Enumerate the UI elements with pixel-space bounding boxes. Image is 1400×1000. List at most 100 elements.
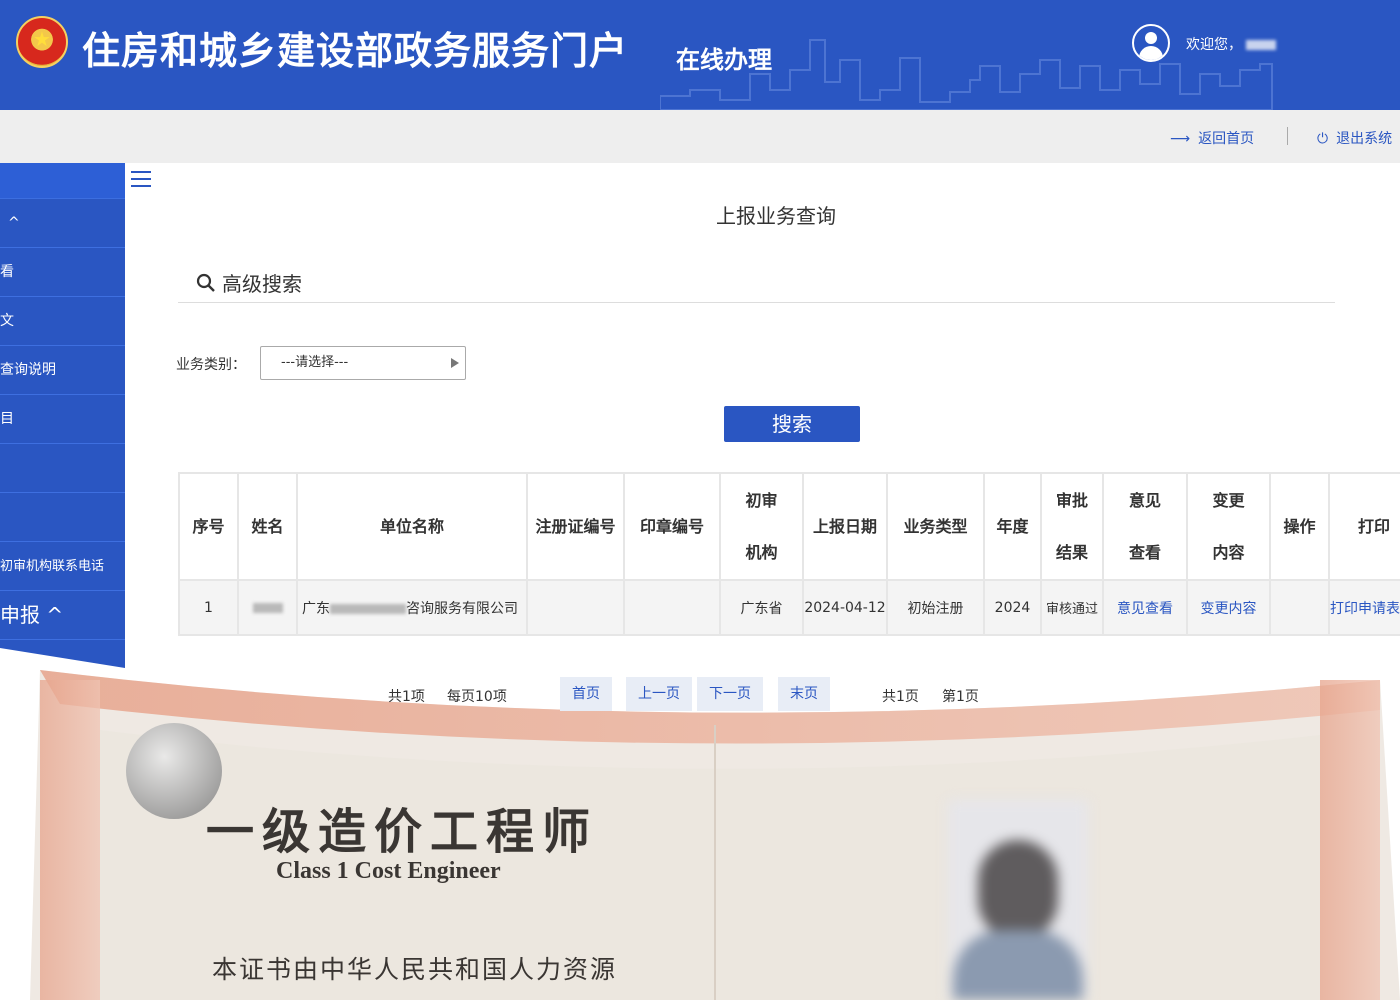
next-page-button[interactable]: 下一页 (697, 677, 763, 711)
sidebar-item-declare[interactable]: 申报 ^ (0, 591, 125, 640)
header-text: 印章编号 (639, 516, 704, 536)
header-text: 内容 (1212, 542, 1245, 562)
header-text: 初审 (745, 490, 778, 510)
top-link-bar: ⟶ 返回首页 ⏻ 退出系统 (0, 110, 1400, 163)
sidebar-item-6[interactable] (0, 493, 125, 542)
cell-reg-no (526, 579, 625, 636)
advanced-search-label: 高级搜索 (222, 272, 302, 296)
total-pages: 共1页 (882, 689, 919, 705)
table-row: 1 广东 咨询服务有限公司 广东省 2024-04-12 初始注册 2024 审核… (178, 579, 1400, 636)
cell-result: 审核通过 (1040, 579, 1104, 636)
col-header-company: 单位名称 (296, 472, 528, 581)
header-text: 年度 (996, 516, 1029, 536)
header-text: 查看 (1128, 542, 1161, 562)
col-header-operation: 操作 (1269, 472, 1330, 581)
cell-operation (1269, 579, 1330, 636)
sidebar-item-1[interactable]: 看 (0, 248, 125, 297)
certificate-statement: 本证书由中华人民共和国人力资源 (212, 955, 618, 984)
advanced-search-toggle[interactable]: 高级搜索 (196, 268, 302, 297)
current-page: 第1页 (942, 689, 979, 705)
col-header-opinion: 意见 查看 (1102, 472, 1188, 581)
header-text: 操作 (1283, 516, 1316, 536)
table-header-row: 序号 姓名 单位名称 注册证编号 印章编号 初审 机构 上报日期 业务类型 年度 … (178, 472, 1400, 581)
cell-opinion: 意见查看 (1102, 579, 1188, 636)
screen: ★ 住房和城乡建设部政务服务门户 在线办理 欢迎您， ⟶ 返回首页 ⏻ 退出系统 ^… (0, 0, 1400, 1000)
company-suffix: 咨询服务有限公司 (406, 600, 518, 617)
cell-change: 变更内容 (1186, 579, 1271, 636)
col-header-review-org: 初审 机构 (719, 472, 804, 581)
cell-name (237, 579, 298, 636)
col-header-index: 序号 (178, 472, 239, 581)
search-icon (196, 273, 215, 292)
last-page-button[interactable]: 末页 (778, 677, 830, 711)
header-text: 打印 (1357, 516, 1390, 536)
col-header-print: 打印 (1328, 472, 1400, 581)
business-type-label: 业务类别： (176, 357, 246, 373)
sidebar-item-query-guide[interactable]: 查询说明 (0, 346, 125, 395)
cell-print: 打印申请表 (1328, 579, 1400, 636)
company-prefix: 广东 (302, 600, 330, 617)
holder-photo (948, 800, 1088, 1000)
header-text: 业务类型 (903, 516, 968, 536)
sidebar-item-review-contact[interactable]: 初审机构联系电话 (0, 542, 125, 591)
portal-header: ★ 住房和城乡建设部政务服务门户 在线办理 欢迎您， (0, 0, 1400, 110)
home-link[interactable]: ⟶ 返回首页 (1170, 128, 1254, 148)
logout-link[interactable]: ⏻ 退出系统 (1317, 128, 1392, 148)
col-header-result: 审批 结果 (1040, 472, 1104, 581)
cell-business-type: 初始注册 (886, 579, 985, 636)
per-page: 每页10项 (447, 689, 507, 705)
cell-company: 广东 咨询服务有限公司 (296, 579, 528, 636)
change-link[interactable]: 变更内容 (1201, 601, 1257, 617)
divider (178, 302, 1335, 303)
cell-date: 2024-04-12 (802, 579, 888, 636)
business-type-select[interactable]: ---请选择--- (260, 346, 466, 380)
power-icon: ⏻ (1317, 131, 1329, 147)
home-link-label: 返回首页 (1198, 131, 1255, 147)
redacted-name (252, 602, 283, 613)
search-button[interactable]: 搜索 (724, 406, 860, 442)
sidebar-item-5[interactable] (0, 444, 125, 493)
col-header-business-type: 业务类型 (886, 472, 985, 581)
header-text: 姓名 (251, 516, 284, 536)
col-header-seal-no: 印章编号 (623, 472, 721, 581)
section-title: 在线办理 (676, 46, 772, 74)
sidebar-item-4[interactable]: 目 (0, 395, 125, 444)
cell-index: 1 (178, 579, 239, 636)
divider (1287, 127, 1288, 145)
site-title: 住房和城乡建设部政务服务门户 (82, 29, 629, 73)
col-header-reg-no: 注册证编号 (526, 472, 625, 581)
certificate-subtitle: Class 1 Cost Engineer (276, 858, 501, 884)
print-application-link[interactable]: 打印申请表 (1331, 601, 1400, 617)
prev-page-button[interactable]: 上一页 (626, 677, 692, 711)
col-header-change: 变更 内容 (1186, 472, 1271, 581)
business-type-value: ---请选择--- (281, 355, 349, 370)
header-text: 意见 (1128, 490, 1161, 510)
welcome-label: 欢迎您， (1186, 37, 1242, 53)
menu-toggle-icon[interactable] (131, 171, 151, 189)
results-table: 序号 姓名 单位名称 注册证编号 印章编号 初审 机构 上报日期 业务类型 年度 … (178, 472, 1400, 636)
redacted-username (1246, 40, 1276, 50)
national-emblem-icon: ★ (16, 16, 68, 68)
first-page-button[interactable]: 首页 (560, 677, 612, 711)
col-header-year: 年度 (983, 472, 1042, 581)
total-items: 共1项 (388, 689, 425, 705)
caret-right-icon (451, 358, 459, 368)
sidebar-item-2[interactable]: 文 (0, 297, 125, 346)
redacted-company (330, 603, 406, 614)
cell-review-org: 广东省 (719, 579, 804, 636)
logout-link-label: 退出系统 (1336, 131, 1393, 147)
sidebar: ^ 看 文 查询说明 目 初审机构联系电话 申报 ^ (0, 163, 125, 668)
welcome-text: 欢迎您， (1186, 34, 1276, 54)
header-text: 审批 (1055, 490, 1088, 510)
arrow-right-icon: ⟶ (1170, 131, 1191, 147)
col-header-name: 姓名 (237, 472, 298, 581)
header-text: 注册证编号 (535, 516, 616, 536)
cell-seal-no (623, 579, 721, 636)
user-avatar-icon[interactable] (1132, 24, 1170, 62)
header-text: 序号 (192, 516, 225, 536)
sidebar-item-collapse[interactable]: ^ (0, 199, 125, 248)
header-text: 机构 (745, 542, 778, 562)
opinion-link[interactable]: 意见查看 (1117, 601, 1173, 617)
certificate-title: 一级造价工程师 (206, 804, 599, 860)
header-text: 结果 (1055, 542, 1088, 562)
